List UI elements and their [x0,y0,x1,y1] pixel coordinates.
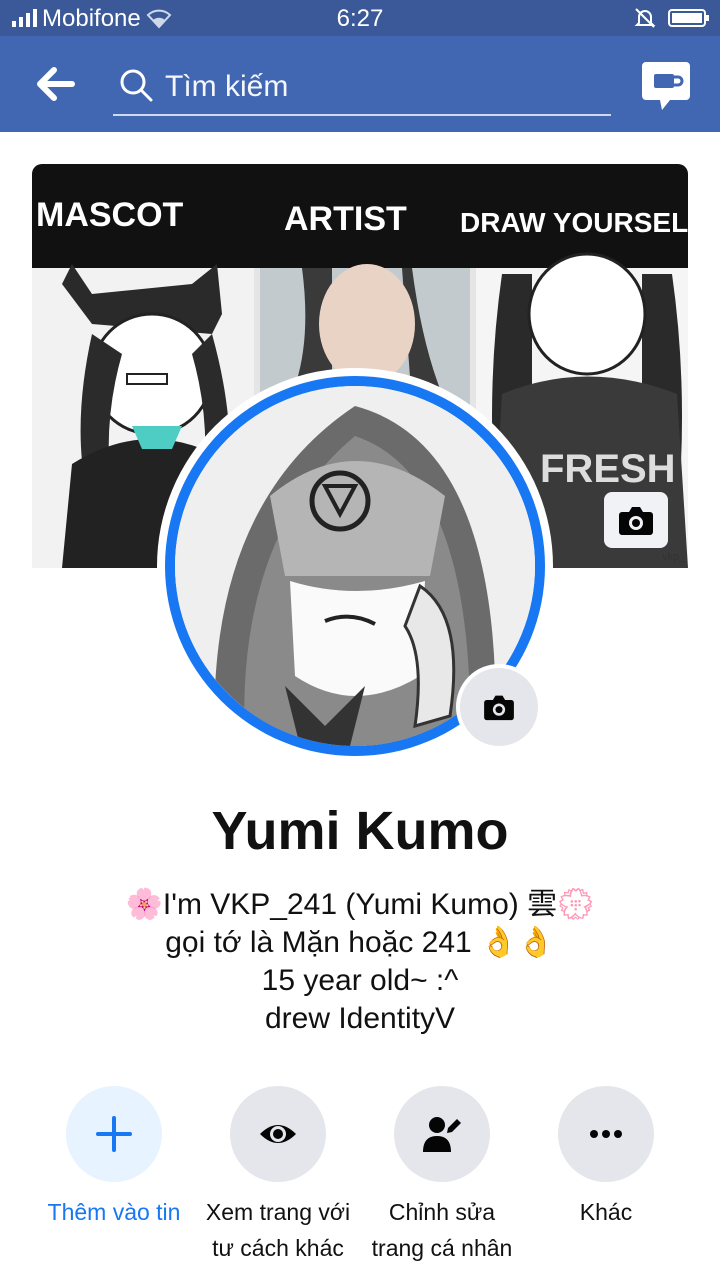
cover-label-mascot: MASCOT [36,196,184,234]
cover-label-draw-yourself: DRAW YOURSELF [460,207,688,238]
bio-line: gọi tớ là Mặn hoặc 241 👌👌 [165,926,555,959]
profile-name: Yumi Kumo [211,801,509,861]
edit-profile-circle[interactable] [394,1086,490,1182]
plus-icon [96,1116,132,1152]
bio-line: 15 year old~ :^ [261,964,459,997]
bio-line: 🌸I'm VKP_241 (Yumi Kumo) 雲💮 [125,888,595,921]
action-label-line: Chỉnh sửa [388,1199,496,1225]
view-as-circle[interactable] [230,1086,326,1182]
search-input[interactable] [163,64,607,110]
mute-bell-icon [634,8,656,28]
edit-profile-label: Chỉnh sửa trang cá nhân [354,1194,530,1266]
cover-camera-button[interactable] [604,492,668,548]
search-bar[interactable] [113,58,611,116]
add-to-story-button[interactable]: Thêm vào tin [26,1086,202,1230]
profile-camera-button[interactable] [456,664,542,750]
profile-actions: Thêm vào tin Xem trang với tư cách khác … [0,1086,720,1280]
view-as-button[interactable]: Xem trang với tư cách khác [190,1086,366,1266]
camera-icon [484,695,514,721]
action-label-line: Khác [579,1199,633,1225]
action-label-line: Thêm vào tin [47,1199,181,1225]
eye-icon [260,1125,296,1143]
action-label-line: trang cá nhân [371,1235,513,1261]
back-arrow-icon[interactable] [34,64,78,104]
more-label: Khác [518,1194,694,1230]
battery-icon [668,9,709,27]
add-to-story-label: Thêm vào tin [26,1194,202,1230]
top-nav-bar [0,36,720,132]
cover-label-artist: ARTIST [284,200,407,238]
profile-bio: 🌸I'm VKP_241 (Yumi Kumo) 雲💮 gọi tớ là Mặ… [40,886,680,1038]
camera-icon [619,507,653,535]
bio-line: drew IdentityV [264,1002,456,1035]
status-bar: Mobifone 6:27 [0,0,720,36]
edit-profile-icon [423,1117,461,1152]
messenger-icon[interactable] [640,60,692,112]
clock: 6:27 [336,5,384,32]
edit-profile-button[interactable]: Chỉnh sửa trang cá nhân [354,1086,530,1266]
view-as-label: Xem trang với tư cách khác [190,1194,366,1266]
more-button[interactable]: Khác [518,1086,694,1230]
add-to-story-circle[interactable] [66,1086,162,1182]
more-circle[interactable] [558,1086,654,1182]
action-label-line: tư cách khác [212,1235,344,1261]
cover-watermark: vkp_ [662,551,686,563]
cover-shirt-text: FRESH [540,447,676,491]
search-icon [120,69,153,102]
action-label-line: Xem trang với [205,1199,351,1225]
more-icon [590,1130,622,1138]
